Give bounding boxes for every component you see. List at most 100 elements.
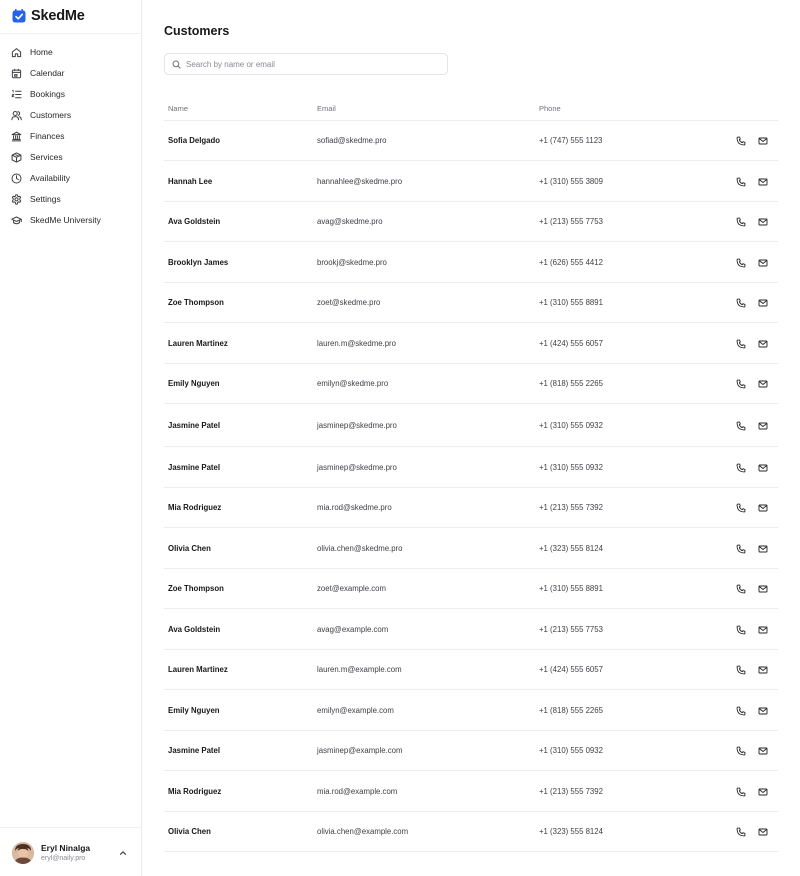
phone-icon[interactable] bbox=[735, 297, 746, 308]
search-input[interactable] bbox=[186, 59, 436, 69]
customer-name: Zoe Thompson bbox=[168, 298, 224, 307]
customer-phone: +1 (310) 555 8891 bbox=[539, 584, 603, 593]
mail-icon[interactable] bbox=[757, 624, 768, 635]
customer-email: mia.rod@skedme.pro bbox=[317, 503, 392, 512]
sidebar-item-availability[interactable]: Availability bbox=[11, 168, 135, 188]
customer-phone: +1 (747) 555 1123 bbox=[539, 136, 603, 145]
phone-icon[interactable] bbox=[735, 826, 746, 837]
customer-phone: +1 (310) 555 0932 bbox=[539, 746, 603, 755]
table-row[interactable]: Mia Rodriguez mia.rod@skedme.pro +1 (213) … bbox=[164, 488, 778, 528]
phone-icon[interactable] bbox=[735, 786, 746, 797]
customer-name: Lauren Martinez bbox=[168, 339, 228, 348]
sidebar-item-calendar[interactable]: Calendar bbox=[11, 63, 135, 83]
chevron-up-icon[interactable] bbox=[118, 848, 128, 858]
phone-icon[interactable] bbox=[735, 257, 746, 268]
phone-icon[interactable] bbox=[735, 705, 746, 716]
customer-phone: +1 (626) 555 4412 bbox=[539, 258, 603, 267]
phone-icon[interactable] bbox=[735, 543, 746, 554]
mail-icon[interactable] bbox=[757, 826, 768, 837]
customer-email: sofiad@skedme.pro bbox=[317, 136, 387, 145]
mail-icon[interactable] bbox=[757, 705, 768, 716]
customer-phone: +1 (213) 555 7392 bbox=[539, 787, 603, 796]
sidebar-item-finances[interactable]: Finances bbox=[11, 126, 135, 146]
phone-icon[interactable] bbox=[735, 745, 746, 756]
phone-icon[interactable] bbox=[735, 420, 746, 431]
table-row[interactable]: Mia Rodriguez mia.rod@example.com +1 (213)… bbox=[164, 771, 778, 812]
column-header-phone[interactable]: Phone bbox=[539, 104, 561, 113]
gear-icon bbox=[11, 193, 22, 205]
mail-icon[interactable] bbox=[757, 420, 768, 431]
customer-phone: +1 (323) 555 8124 bbox=[539, 827, 603, 836]
mail-icon[interactable] bbox=[757, 745, 768, 756]
mail-icon[interactable] bbox=[757, 462, 768, 473]
mail-icon[interactable] bbox=[757, 257, 768, 268]
customer-phone: +1 (310) 555 0932 bbox=[539, 421, 603, 430]
customer-email: jasminep@skedme.pro bbox=[317, 421, 397, 430]
mail-icon[interactable] bbox=[757, 216, 768, 227]
mail-icon[interactable] bbox=[757, 543, 768, 554]
table-row[interactable]: Zoe Thompson zoet@skedme.pro +1 (310) 555 … bbox=[164, 283, 778, 323]
search-box[interactable] bbox=[164, 53, 448, 75]
table-row[interactable]: Zoe Thompson zoet@example.com +1 (310) 555… bbox=[164, 569, 778, 609]
column-header-email[interactable]: Email bbox=[317, 104, 336, 113]
table-row[interactable]: Olivia Chen olivia.chen@example.com +1 (32… bbox=[164, 812, 778, 852]
phone-icon[interactable] bbox=[735, 135, 746, 146]
phone-icon[interactable] bbox=[735, 216, 746, 227]
customer-phone: +1 (424) 555 6057 bbox=[539, 339, 603, 348]
home-icon bbox=[11, 47, 22, 58]
mail-icon[interactable] bbox=[757, 297, 768, 308]
customer-phone: +1 (310) 555 0932 bbox=[539, 463, 603, 472]
phone-icon[interactable] bbox=[735, 664, 746, 675]
calendar-icon bbox=[11, 68, 22, 79]
sidebar-item-bookings[interactable]: Bookings bbox=[11, 84, 135, 104]
table-row[interactable]: Emily Nguyen emilyn@skedme.pro +1 (818) 55… bbox=[164, 364, 778, 404]
customers-table: Name Email Phone Sofia Delgado sofiad@ske… bbox=[164, 98, 778, 852]
customer-name: Jasmine Patel bbox=[168, 746, 221, 755]
sidebar-item-services[interactable]: Services bbox=[11, 147, 135, 167]
user-email: eryl@naily.pro bbox=[41, 855, 86, 862]
phone-icon[interactable] bbox=[735, 583, 746, 594]
customer-email: lauren.m@skedme.pro bbox=[317, 339, 396, 348]
table-row[interactable]: Jasmine Patel jasminep@example.com +1 (310… bbox=[164, 731, 778, 771]
phone-icon[interactable] bbox=[735, 502, 746, 513]
mail-icon[interactable] bbox=[757, 338, 768, 349]
customer-name: Emily Nguyen bbox=[168, 379, 220, 388]
table-row[interactable]: Ava Goldstein avag@skedme.pro +1 (213) 555… bbox=[164, 202, 778, 242]
sidebar-item-home[interactable]: Home bbox=[11, 42, 135, 62]
phone-icon[interactable] bbox=[735, 338, 746, 349]
phone-icon[interactable] bbox=[735, 462, 746, 473]
user-profile[interactable]: Eryl Ninalga eryl@naily.pro bbox=[0, 827, 141, 876]
mail-icon[interactable] bbox=[757, 378, 768, 389]
customer-phone: +1 (424) 555 6057 bbox=[539, 665, 603, 674]
customer-name: Lauren Martinez bbox=[168, 665, 228, 674]
table-row[interactable]: Jasmine Patel jasminep@skedme.pro +1 (310)… bbox=[164, 404, 778, 447]
sidebar-item-settings[interactable]: Settings bbox=[11, 189, 135, 209]
table-row[interactable]: Ava Goldstein avag@example.com +1 (213) 55… bbox=[164, 609, 778, 650]
customer-email: emilyn@example.com bbox=[317, 706, 394, 715]
phone-icon[interactable] bbox=[735, 378, 746, 389]
table-row[interactable]: Lauren Martinez lauren.m@example.com +1 (4… bbox=[164, 650, 778, 690]
sidebar-item-label: Calendar bbox=[30, 68, 65, 78]
table-row[interactable]: Olivia Chen olivia.chen@skedme.pro +1 (323… bbox=[164, 528, 778, 569]
brand[interactable]: SkedMe bbox=[12, 8, 85, 24]
table-row[interactable]: Jasmine Patel jasminep@skedme.pro +1 (310)… bbox=[164, 447, 778, 488]
phone-icon[interactable] bbox=[735, 624, 746, 635]
table-row[interactable]: Hannah Lee hannahlee@skedme.pro +1 (310) 5… bbox=[164, 161, 778, 202]
table-row[interactable]: Brooklyn James brookj@skedme.pro +1 (626) … bbox=[164, 242, 778, 283]
mail-icon[interactable] bbox=[757, 176, 768, 187]
mail-icon[interactable] bbox=[757, 135, 768, 146]
column-header-name[interactable]: Name bbox=[168, 104, 188, 113]
mail-icon[interactable] bbox=[757, 664, 768, 675]
mail-icon[interactable] bbox=[757, 502, 768, 513]
sidebar-item-customers[interactable]: Customers bbox=[11, 105, 135, 125]
table-row[interactable]: Lauren Martinez lauren.m@skedme.pro +1 (42… bbox=[164, 323, 778, 364]
table-header: Name Email Phone bbox=[164, 98, 778, 121]
table-row[interactable]: Sofia Delgado sofiad@skedme.pro +1 (747) 5… bbox=[164, 121, 778, 161]
customer-email: lauren.m@example.com bbox=[317, 665, 402, 674]
sidebar-item-university[interactable]: SkedMe University bbox=[11, 210, 135, 230]
phone-icon[interactable] bbox=[735, 176, 746, 187]
mail-icon[interactable] bbox=[757, 786, 768, 797]
table-row[interactable]: Emily Nguyen emilyn@example.com +1 (818) 5… bbox=[164, 690, 778, 731]
user-name: Eryl Ninalga bbox=[41, 843, 91, 853]
mail-icon[interactable] bbox=[757, 583, 768, 594]
